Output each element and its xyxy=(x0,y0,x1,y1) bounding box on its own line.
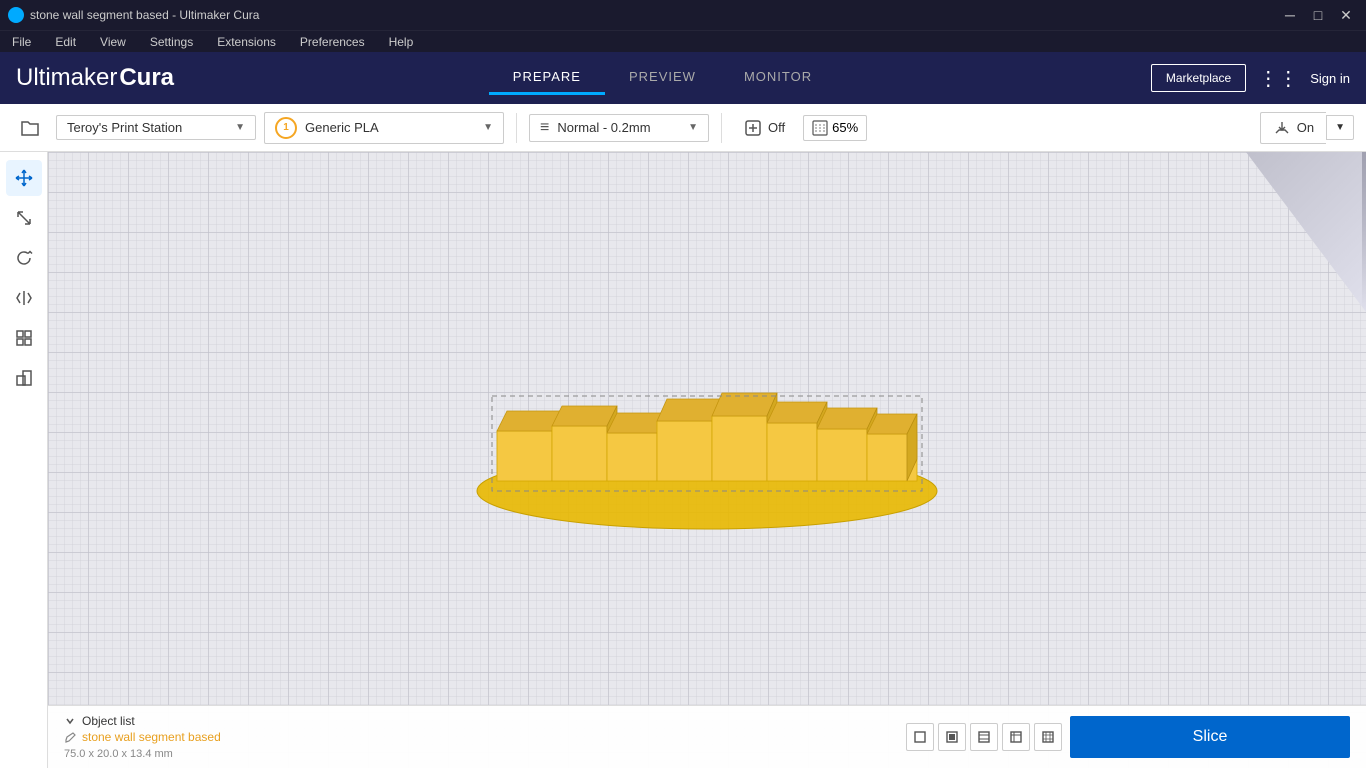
support-off-label: Off xyxy=(768,120,785,135)
menu-preferences[interactable]: Preferences xyxy=(296,33,369,51)
apps-icon[interactable]: ⋮⋮ xyxy=(1254,62,1302,95)
material-select[interactable]: 1 Generic PLA ▼ xyxy=(264,112,504,144)
save-dropdown-arrow[interactable]: ▼ xyxy=(1326,115,1354,140)
rotate-tool[interactable] xyxy=(6,240,42,276)
material-dropdown-arrow: ▼ xyxy=(483,122,493,133)
menu-help[interactable]: Help xyxy=(385,33,418,51)
app-icon xyxy=(8,7,24,23)
object-info: Object list stone wall segment based 75.… xyxy=(64,714,221,760)
shape-btn-3[interactable] xyxy=(1002,723,1030,751)
print-settings-name: Normal - 0.2mm xyxy=(557,120,680,135)
nav-monitor[interactable]: MONITOR xyxy=(720,61,836,95)
arrange-tool[interactable] xyxy=(6,320,42,356)
scale-tool[interactable] xyxy=(6,200,42,236)
object-list-label: Object list xyxy=(82,714,135,728)
settings-dropdown-arrow: ▼ xyxy=(688,122,698,133)
material-name: Generic PLA xyxy=(305,120,475,135)
viewport-area: Object list stone wall segment based 75.… xyxy=(0,152,1366,768)
printer-dropdown-arrow: ▼ xyxy=(235,122,245,133)
marketplace-button[interactable]: Marketplace xyxy=(1151,64,1246,92)
toolbar: Teroy's Print Station ▼ 1 Generic PLA ▼ … xyxy=(0,104,1366,152)
minimize-button[interactable]: ─ xyxy=(1278,5,1302,25)
save-to-dropdown: On ▼ xyxy=(1260,112,1354,144)
edit-icon xyxy=(64,731,76,743)
per-model-tool[interactable] xyxy=(6,360,42,396)
3d-model xyxy=(407,281,1007,541)
shape-icons xyxy=(906,723,1062,751)
open-folder-button[interactable] xyxy=(12,110,48,146)
toolbar-divider-2 xyxy=(721,113,722,143)
menu-settings[interactable]: Settings xyxy=(146,33,197,51)
menu-bar: File Edit View Settings Extensions Prefe… xyxy=(0,30,1366,52)
menu-view[interactable]: View xyxy=(96,33,130,51)
toolbar-divider-1 xyxy=(516,113,517,143)
title-bar: stone wall segment based - Ultimaker Cur… xyxy=(0,0,1366,30)
object-name-row: stone wall segment based xyxy=(64,730,221,744)
settings-gear-icon: ≡ xyxy=(540,119,549,137)
logo-cura: Cura xyxy=(119,64,174,92)
nav-tabs: PREPARE PREVIEW MONITOR xyxy=(489,61,836,95)
object-dimensions: 75.0 x 20.0 x 13.4 mm xyxy=(64,748,221,760)
signin-button[interactable]: Sign in xyxy=(1310,71,1350,86)
shape-btn-1[interactable] xyxy=(938,723,966,751)
title-bar-left: stone wall segment based - Ultimaker Cur… xyxy=(8,7,259,23)
save-label: On xyxy=(1297,120,1314,135)
menu-edit[interactable]: Edit xyxy=(51,33,80,51)
mirror-tool[interactable] xyxy=(6,280,42,316)
title-bar-controls: ─ □ ✕ xyxy=(1278,5,1358,25)
shape-btn-0[interactable] xyxy=(906,723,934,751)
header-right: Marketplace ⋮⋮ Sign in xyxy=(1151,62,1350,95)
logo-ultimaker: Ultimaker xyxy=(16,64,117,92)
save-main-button[interactable]: On xyxy=(1260,112,1326,144)
menu-file[interactable]: File xyxy=(8,33,35,51)
shape-btn-4[interactable] xyxy=(1034,723,1062,751)
printer-name: Teroy's Print Station xyxy=(67,120,227,135)
model-svg xyxy=(407,281,1007,541)
infill-percentage: 65% xyxy=(832,120,858,135)
support-button[interactable]: Off xyxy=(734,115,795,141)
logo: Ultimaker Cura xyxy=(16,64,174,92)
move-tool[interactable] xyxy=(6,160,42,196)
slice-button[interactable]: Slice xyxy=(1070,716,1350,758)
object-name: stone wall segment based xyxy=(82,730,221,744)
shape-btn-2[interactable] xyxy=(970,723,998,751)
printer-select[interactable]: Teroy's Print Station ▼ xyxy=(56,115,256,140)
close-button[interactable]: ✕ xyxy=(1334,5,1358,25)
3d-canvas[interactable]: Object list stone wall segment based 75.… xyxy=(48,152,1366,768)
collapse-icon xyxy=(64,715,76,727)
infill-density-box[interactable]: 65% xyxy=(803,115,867,141)
bottom-right: Slice xyxy=(906,716,1350,758)
maximize-button[interactable]: □ xyxy=(1306,5,1330,25)
settings-select[interactable]: ≡ Normal - 0.2mm ▼ xyxy=(529,114,709,142)
bottom-bar: Object list stone wall segment based 75.… xyxy=(48,705,1366,768)
main-header: Ultimaker Cura PREPARE PREVIEW MONITOR M… xyxy=(0,52,1366,104)
nav-prepare[interactable]: PREPARE xyxy=(489,61,605,95)
right-edge-decoration xyxy=(1362,152,1366,312)
object-list-header[interactable]: Object list xyxy=(64,714,221,728)
menu-extensions[interactable]: Extensions xyxy=(213,33,280,51)
left-tools xyxy=(0,152,48,768)
window-title: stone wall segment based - Ultimaker Cur… xyxy=(30,8,259,22)
nav-preview[interactable]: PREVIEW xyxy=(605,61,720,95)
material-number-badge: 1 xyxy=(275,117,297,139)
